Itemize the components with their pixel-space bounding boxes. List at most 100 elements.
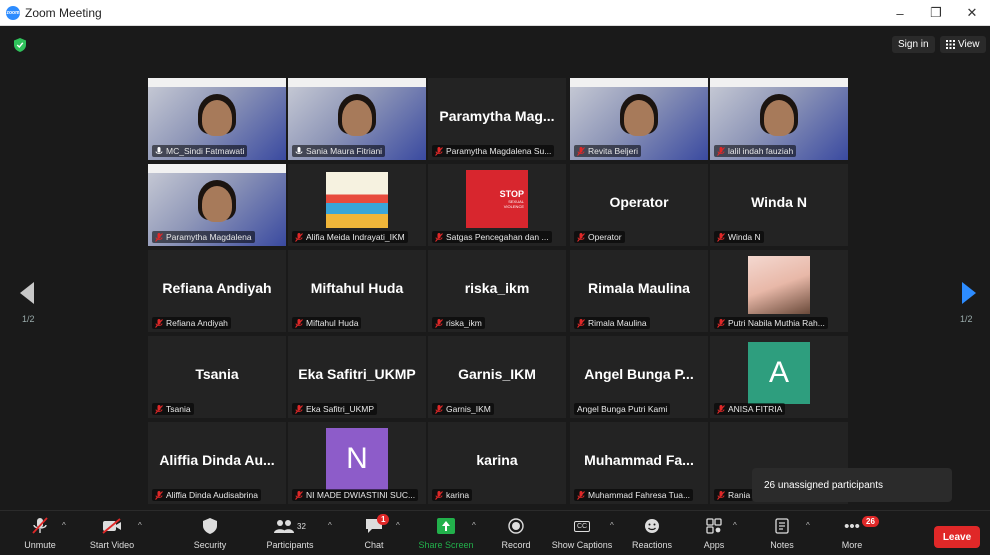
participant-tile[interactable]: Rimala Maulina Rimala Maulina [570,250,708,332]
view-button[interactable]: View [940,36,986,53]
participant-name-label: Paramytha Magdalena [152,231,255,243]
participant-name-label: Angel Bunga Putri Kami [574,403,671,415]
participant-display-name: Eka Safitri_UKMP [298,366,416,382]
participant-tile[interactable]: lalil indah fauziah [710,78,848,160]
restore-button[interactable]: ❐ [918,0,954,26]
participant-tile[interactable]: Aliffia Dinda Au... Aliffia Dinda Audisab… [148,422,286,504]
person-face [202,100,232,136]
participant-name-text: karina [446,490,470,500]
captions-options-chevron-icon[interactable]: ^ [610,521,614,530]
participant-tile[interactable]: Revita Beljeri [570,78,708,160]
participant-tile[interactable]: Sania Maura Fitriani [288,78,426,160]
shared-slide-header [710,78,848,87]
participants-options-chevron-icon[interactable]: ^ [328,521,332,530]
participant-tile[interactable]: Winda N Winda N [710,164,848,246]
participant-name-label: karina [432,489,473,501]
participant-tile[interactable]: Angel Bunga P... Angel Bunga Putri Kami [570,336,708,418]
muted-mic-icon [717,146,725,156]
participant-name-text: Operator [588,232,622,242]
participant-name-label: Operator [574,231,625,243]
participant-name-text: Revita Beljeri [588,146,639,156]
notes-button[interactable]: Notes [750,515,814,555]
participant-tile[interactable]: STOP SEXUAL VIOLENCE Satgas Pencegahan dan… [428,164,566,246]
record-icon [484,515,548,537]
start-video-button[interactable]: Start Video [80,515,144,555]
participant-name-text: Aliffia Dinda Audisabrina [166,490,258,500]
participant-tile[interactable]: MC_Sindi Fatmawati [148,78,286,160]
security-button[interactable]: Security [178,515,242,555]
participant-name-text: Miftahul Huda [306,318,359,328]
participant-name-label: Rania [714,489,754,501]
muted-mic-icon [717,318,725,328]
profile-illustration [326,172,388,228]
participant-tile[interactable]: Operator Operator [570,164,708,246]
meeting-stage: Sign in View 1/2 1/2 MC_Sindi Fatmawati S… [0,26,990,510]
record-label: Record [501,540,531,550]
view-label: View [958,39,980,50]
muted-mic-icon [577,146,585,156]
apps-options-chevron-icon[interactable]: ^ [733,521,737,530]
grid-view-icon [946,40,955,49]
participant-name-text: Putri Nabila Muthia Rah... [728,318,825,328]
minimize-button[interactable]: – [882,0,918,26]
security-label: Security [193,540,227,550]
more-badge: 26 [862,516,879,527]
participant-tile[interactable]: Muhammad Fa... Muhammad Fahresa Tua... [570,422,708,504]
participant-name-label: Garnis_IKM [432,403,494,415]
muted-mic-icon [295,232,303,242]
muted-mic-icon [435,404,443,414]
muted-mic-icon [295,490,303,500]
stop-text: STOP [499,189,524,199]
participant-tile[interactable]: N NI MADE DWIASTINI SUC... [288,422,426,504]
notes-options-chevron-icon[interactable]: ^ [806,521,810,530]
participant-name-label: Miftahul Huda [292,317,362,329]
participant-tile[interactable]: Paramytha Magdalena [148,164,286,246]
participant-name-text: Sania Maura Fitriani [306,146,383,156]
video-options-chevron-icon[interactable]: ^ [138,521,142,530]
muted-mic-icon [295,318,303,328]
participant-tile[interactable]: Refiana Andiyah Refiana Andiyah [148,250,286,332]
participant-display-name: riska_ikm [464,280,530,296]
participant-name-text: lalil indah fauziah [728,146,794,156]
participant-name-label: ANISA FITRIA [714,403,786,415]
unassigned-participants-tooltip: 26 unassigned participants [752,468,952,502]
participant-name-text: Angel Bunga Putri Kami [577,404,668,414]
participant-name-label: Winda N [714,231,764,243]
notes-icon [750,515,814,537]
participant-name-label: Putri Nabila Muthia Rah... [714,317,828,329]
leave-button[interactable]: Leave [934,526,980,548]
next-page-arrow-icon[interactable] [962,282,976,304]
participant-tile[interactable]: Tsania Tsania [148,336,286,418]
encryption-shield-icon[interactable] [14,38,26,52]
participant-tile[interactable]: Paramytha Mag... Paramytha Magdalena Su..… [428,78,566,160]
muted-mic-icon [155,404,163,414]
participants-button[interactable]: 32 Participants [258,515,322,555]
participant-name-text: Rania [728,490,751,500]
participant-tile[interactable]: karina karina [428,422,566,504]
participant-display-name: Angel Bunga P... [584,366,694,382]
participant-tile[interactable]: A ANISA FITRIA [710,336,848,418]
show-captions-button[interactable]: CC Show Captions [550,515,614,555]
participant-name-text: Tsania [166,404,191,414]
reactions-button[interactable]: Reactions [620,515,684,555]
participant-tile[interactable]: Eka Safitri_UKMP Eka Safitri_UKMP [288,336,426,418]
participant-display-name: Winda N [751,194,807,210]
participant-tile[interactable]: Miftahul Huda Miftahul Huda [288,250,426,332]
participant-tile[interactable]: Putri Nabila Muthia Rah... [710,250,848,332]
muted-mic-icon [435,490,443,500]
sign-in-button[interactable]: Sign in [892,36,935,53]
muted-mic-icon [577,490,585,500]
reactions-label: Reactions [631,540,673,550]
participant-tile[interactable]: Alifia Meida Indrayati_IKM [288,164,426,246]
close-button[interactable]: ✕ [954,0,990,26]
chat-options-chevron-icon[interactable]: ^ [396,521,400,530]
participant-tile[interactable]: riska_ikm riska_ikm [428,250,566,332]
record-button[interactable]: Record [484,515,548,555]
share-options-chevron-icon[interactable]: ^ [472,521,476,530]
share-screen-button[interactable]: Share Screen [414,515,478,555]
share-screen-label: Share Screen [418,540,474,550]
participant-avatar: A [748,342,810,404]
previous-page-arrow-icon[interactable] [20,282,34,304]
audio-options-chevron-icon[interactable]: ^ [62,521,66,530]
participant-tile[interactable]: Garnis_IKM Garnis_IKM [428,336,566,418]
